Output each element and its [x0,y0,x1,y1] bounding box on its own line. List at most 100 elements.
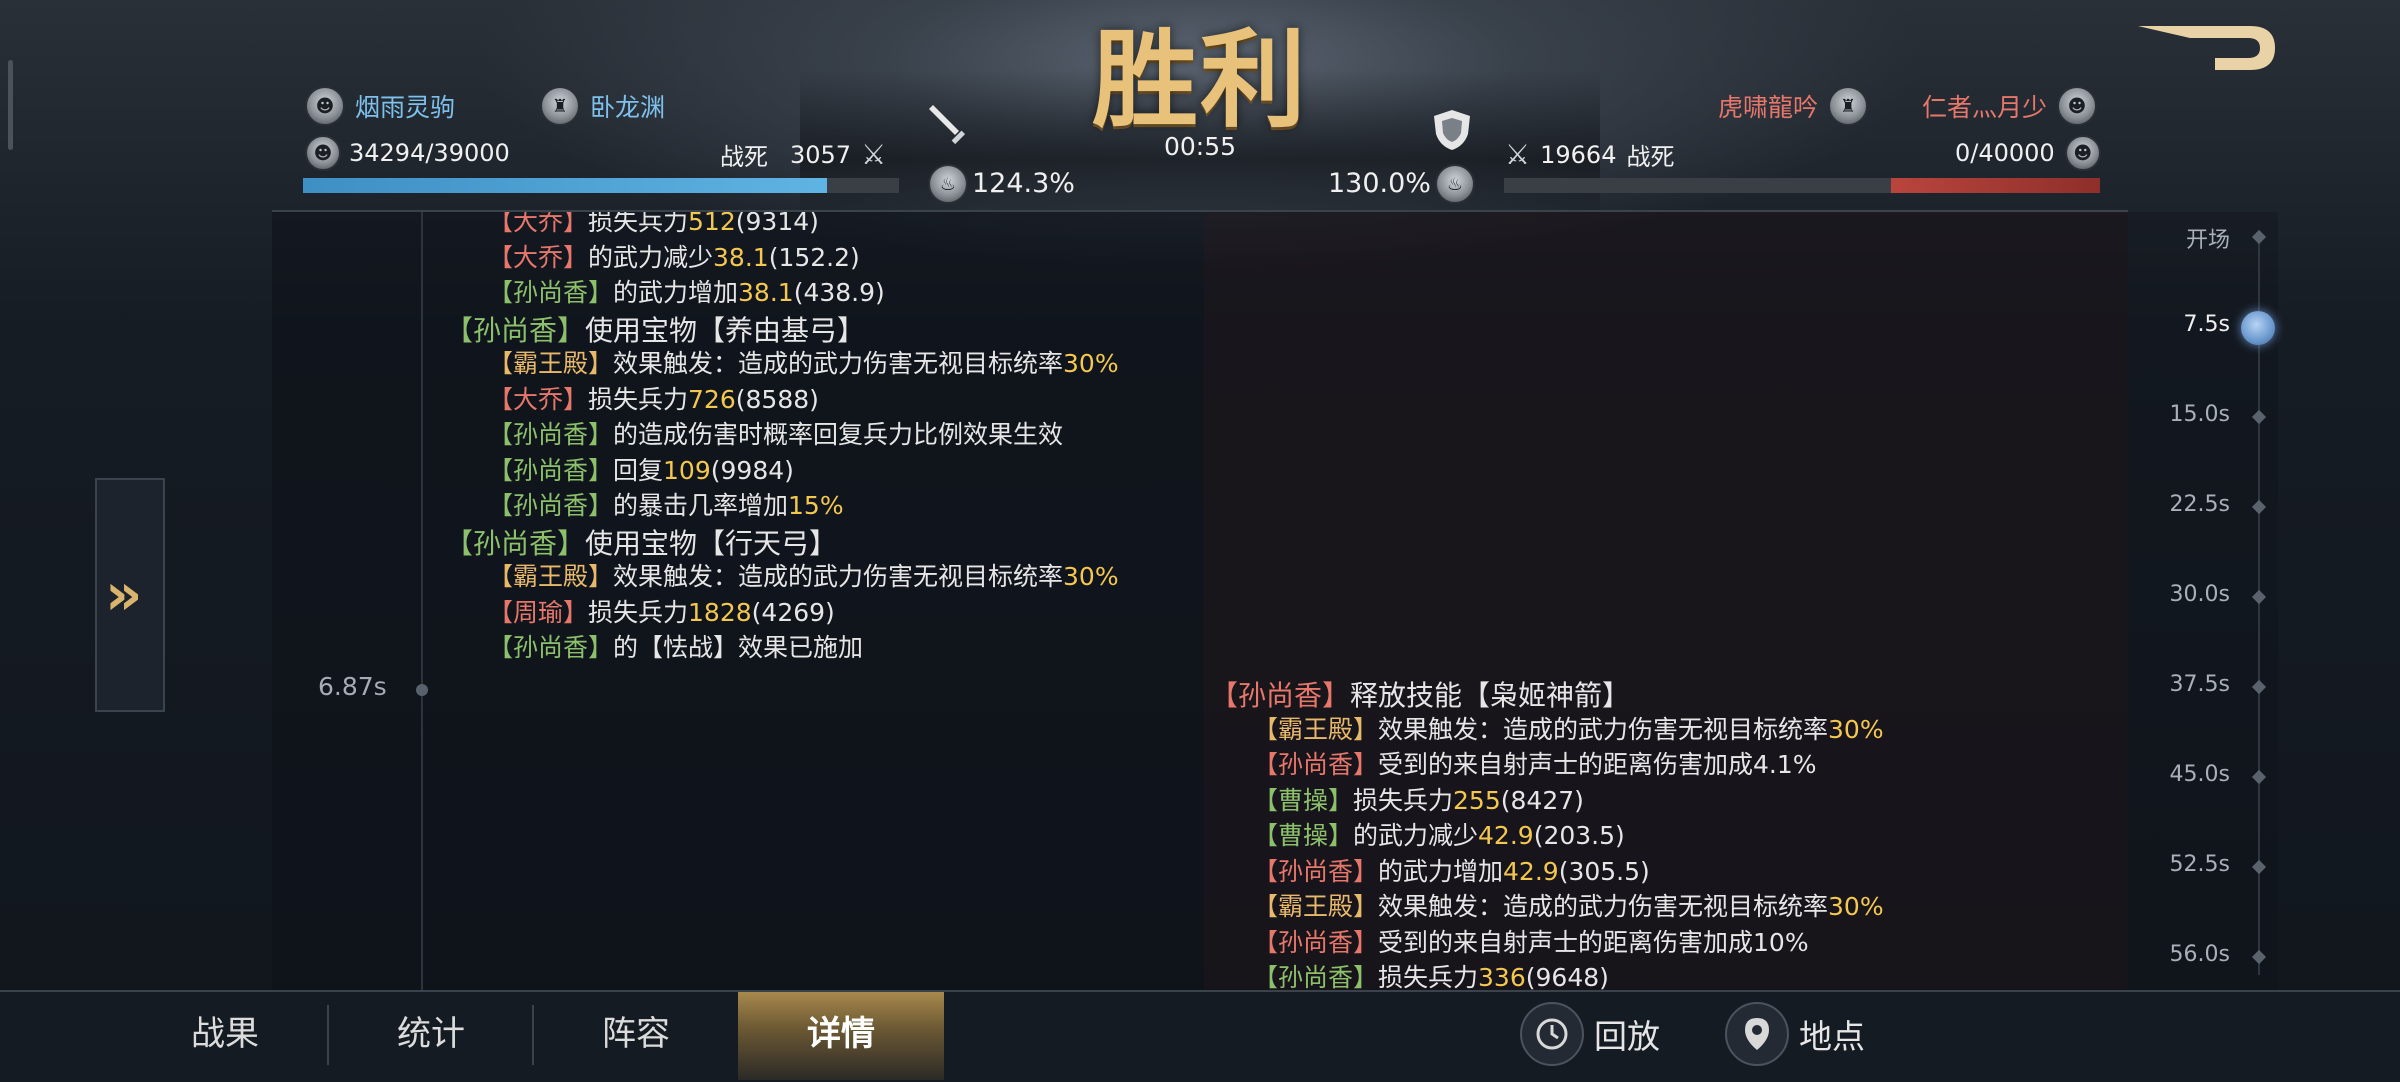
crossed-swords-icon: ⚔ [861,138,887,171]
log-line: 【霸王殿】效果触发：造成的武力伤害无视目标统率30% [1253,887,1884,923]
tab-result[interactable]: 战果 [122,992,328,1080]
log-line: 【孙尚香】受到的来自射声士的距离伤害加成4.1% [1253,745,1817,781]
morale-icon: ♨ [928,164,968,204]
right-troop-bar [1504,178,2100,193]
timeline-tick-label[interactable]: 37.5s [2120,672,2230,697]
log-segment: (305.5) [1558,856,1650,886]
log-segment: 【孙尚香】 [1253,963,1379,992]
log-segment: 【大乔】 [488,384,589,414]
log-segment: 726 [688,384,736,414]
log-segment: 效果触发：造成的武力伤害无视目标统率 [613,562,1064,591]
timeline-tick-label[interactable]: 15.0s [2120,402,2230,427]
log-segment: 回复 [613,455,664,485]
timeline-tick-label[interactable]: 45.0s [2120,762,2230,787]
log-segment: 【霸王殿】 [488,349,614,378]
log-segment: 的武力增加 [1378,856,1504,886]
log-segment: 【大乔】 [488,242,589,272]
scrubber-knob[interactable] [2241,311,2275,345]
troop-icon: ☻ [2064,135,2101,171]
log-segment: 损失兵力 [1353,785,1454,815]
log-line: 【孙尚香】的武力增加38.1(438.9) [488,273,885,309]
log-heading: 【孙尚香】使用宝物【行天弓】 [445,522,837,562]
morale-icon: ♨ [1435,164,1475,204]
tab-stats[interactable]: 统计 [328,992,534,1080]
log-segment: 336 [1478,963,1526,992]
log-segment: 受到的来自射声士的距离伤害加成10% [1378,927,1809,957]
log-segment: 释放技能【枭姬神箭】 [1350,679,1631,712]
replay-clock-icon [1520,1002,1584,1066]
log-line: 【霸王殿】效果触发：造成的武力伤害无视目标统率30% [488,344,1119,380]
log-line: 【孙尚香】的暴击几率增加15% [488,486,844,522]
tab-details[interactable]: 详情 [738,992,944,1080]
tab-lineup[interactable]: 阵容 [533,992,739,1080]
log-line: 【孙尚香】的武力增加42.9(305.5) [1253,852,1650,888]
location-button[interactable]: 地点 [1725,1002,1865,1066]
log-segment: (8588) [735,384,819,414]
log-segment: 109 [663,455,711,485]
log-segment: 使用宝物【养由基弓】 [585,313,866,347]
log-segment: (8427) [1500,785,1584,815]
timeline-tick-label[interactable]: 56.0s [2120,942,2230,967]
log-segment: 损失兵力 [1378,963,1479,992]
left-troops: ☻ 34294/39000 [305,135,510,171]
left-player-2[interactable]: ♜ 卧龙渊 [540,86,665,126]
log-segment: 【孙尚香】 [445,313,586,347]
timeline-tick-label[interactable]: 52.5s [2120,852,2230,877]
right-player-1[interactable]: 虎啸龍吟 ♜ [1718,86,1869,126]
log-segment: 30% [1063,562,1119,591]
log-segment: 的武力减少 [1353,821,1479,850]
log-line: 【孙尚香】受到的来自射声士的距离伤害加成10% [1253,923,1809,959]
player-avatar-icon: ☻ [2057,86,2098,126]
log-segment: 【孙尚香】 [488,491,614,520]
log-segment: 损失兵力 [588,597,689,627]
log-segment: 【孙尚香】 [488,633,614,662]
log-line: 【孙尚香】损失兵力336(9648) [1253,958,1609,994]
log-segment: 效果触发：造成的武力伤害无视目标统率 [613,349,1064,378]
log-segment: 【曹操】 [1253,821,1354,850]
right-player-2[interactable]: 仁者灬月少 ☻ [1922,86,2098,126]
timeline-tick-label[interactable]: 7.5s [2120,312,2230,337]
log-segment: 的造成伤害时概率回复兵力比例效果生效 [613,420,1064,449]
log-line: 【曹操】损失兵力255(8427) [1253,781,1584,817]
log-segment: 【孙尚香】 [1210,679,1351,712]
log-heading: 【孙尚香】使用宝物【养由基弓】 [445,309,865,349]
log-timeline-line [421,212,423,992]
log-segment: 38.1 [713,242,769,272]
event-marker [416,684,428,696]
log-segment: 效果触发：造成的武力伤害无视目标统率 [1378,892,1829,921]
log-segment: 【霸王殿】 [1253,892,1379,921]
log-segment: 受到的来自射声士的距离伤害加成4.1% [1378,750,1817,779]
log-line: 【孙尚香】的造成伤害时概率回复兵力比例效果生效 [488,415,1063,451]
log-segment: 损失兵力 [588,384,689,414]
log-line: 【霸王殿】效果触发：造成的武力伤害无视目标统率30% [488,557,1119,593]
left-troop-bar [303,178,899,193]
double-chevron-right-icon: » [105,560,143,628]
fort-icon: ♜ [1828,86,1869,126]
timeline-tick-label[interactable]: 22.5s [2120,492,2230,517]
battle-timer: 00:55 [1163,132,1237,161]
log-segment: (203.5) [1533,821,1625,850]
battle-header: 胜利 ☻ 烟雨灵驹 ♜ 卧龙渊 ☻ 34294/39000 战死 3057 ⚔ … [0,0,2400,210]
fort-icon: ♜ [540,86,580,126]
replay-button[interactable]: 回放 [1520,1002,1660,1066]
log-segment: 的武力增加 [613,278,739,307]
log-segment: 【霸王殿】 [1253,714,1379,744]
log-line: 【周瑜】损失兵力1828(4269) [488,593,835,629]
log-segment: 【曹操】 [1253,785,1354,815]
log-segment: 效果触发：造成的武力伤害无视目标统率 [1378,714,1829,744]
log-segment: (152.2) [768,242,860,272]
log-line: 【大乔】损失兵力726(8588) [488,380,819,416]
left-player-1[interactable]: ☻ 烟雨灵驹 [305,86,455,126]
log-segment: 的暴击几率增加 [613,491,789,520]
log-segment: (9984) [710,455,794,485]
timeline-tick-label[interactable]: 开场 [2120,222,2230,254]
timeline-tick-label[interactable]: 30.0s [2120,582,2230,607]
expand-panel-button[interactable]: » [95,478,165,712]
log-segment: 15% [788,491,844,520]
player-avatar-icon: ☻ [305,86,345,126]
log-segment: 255 [1453,785,1501,815]
back-arrow-icon[interactable] [2130,18,2280,78]
troop-icon: ☻ [305,135,341,171]
log-segment: 42.9 [1503,856,1559,886]
log-segment: 【孙尚香】 [488,420,614,449]
